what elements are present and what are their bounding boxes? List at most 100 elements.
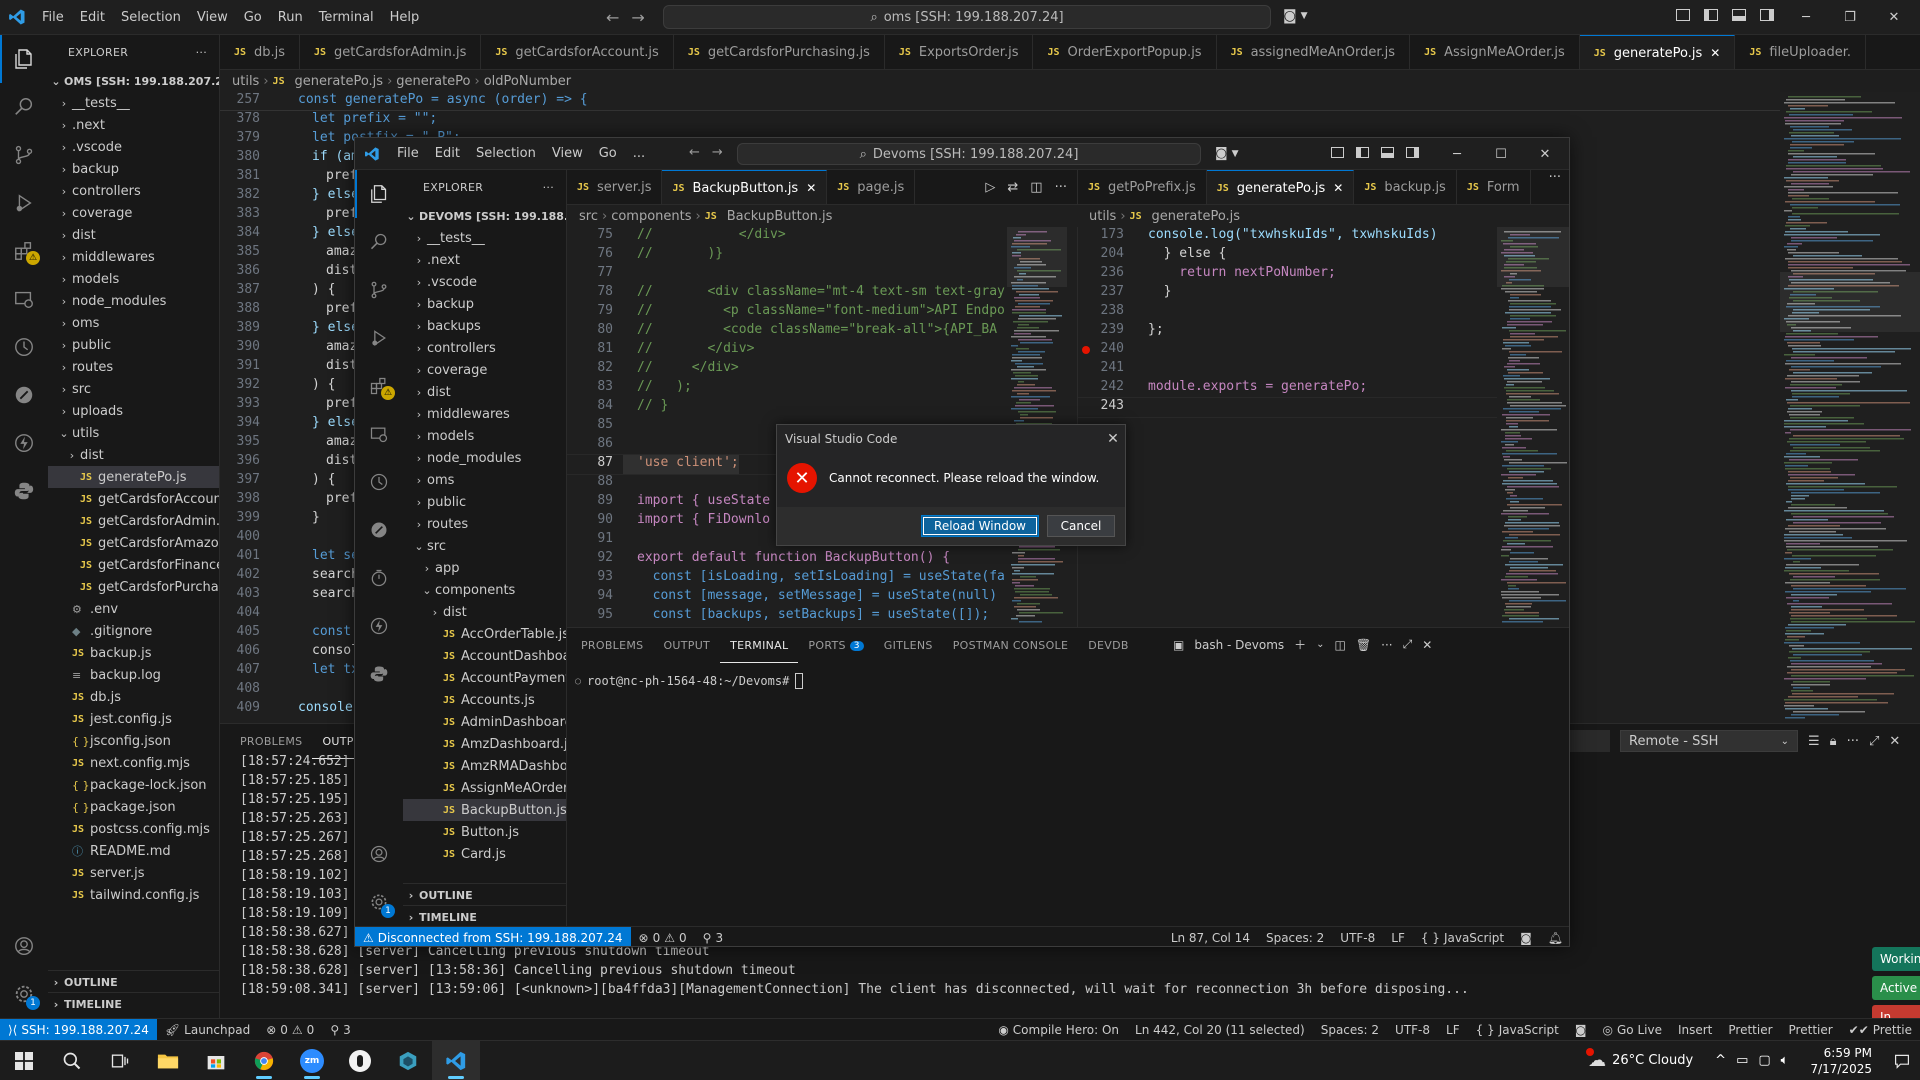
output-channel-select[interactable]: Remote - SSH ⌄ [1620,730,1798,752]
minimap-viewport[interactable] [1780,272,1920,332]
tree-item[interactable]: › controllers [403,337,566,359]
editor-tab[interactable]: JS getCardsforPurchasing.js [674,35,885,69]
go-live-item[interactable]: ◎ Go Live [1595,1019,1670,1041]
minimize-icon[interactable]: ─ [1435,138,1479,170]
tree-item[interactable]: JS generatePo.js [48,466,219,488]
windows-start-icon[interactable] [0,1041,48,1080]
compare-icon[interactable]: ⇄ [1007,180,1018,195]
editor-tab[interactable]: JS page.js [827,170,916,204]
python-icon[interactable] [0,467,48,515]
remote-explorer-icon[interactable] [355,410,403,458]
toggle-panel-icon[interactable] [1381,147,1394,158]
tree-item[interactable]: › app [403,557,566,579]
tree-item[interactable]: › uploads [48,400,219,422]
indentation[interactable]: Spaces: 2 [1313,1019,1387,1041]
menu-view[interactable]: View [189,0,236,35]
tree-item[interactable]: ◆ .gitignore [48,620,219,642]
zoom-icon[interactable]: zm [288,1041,336,1080]
menu-view[interactable]: View [544,138,591,170]
tree-item[interactable]: › backup [48,158,219,180]
disconnected-indicator[interactable]: ⚠ Disconnected from SSH: 199.188.207.24 [355,926,631,946]
editor-tab[interactable]: JS getCardsforAccount.js [481,35,674,69]
terminal-output[interactable]: ○ root@nc-ph-1564-48:~/Devoms# [575,673,804,689]
account-icon[interactable] [355,830,403,878]
inner-copilot-button[interactable]: ◙ ▼ [1215,146,1239,161]
more-actions-icon[interactable]: ··· [1847,734,1859,749]
tree-item[interactable]: › dist [48,224,219,246]
inner-cursor-position[interactable]: Ln 87, Col 14 [1163,927,1258,947]
inner-copilot-status[interactable]: ◙ [1512,927,1540,947]
toggle-panel-icon[interactable] [1732,9,1746,21]
minimize-icon[interactable]: ─ [1784,0,1828,35]
close-tab-icon[interactable]: ✕ [806,181,816,195]
breadcrumb-item[interactable]: generatePo.js [295,74,384,89]
inner-workspace-root[interactable]: ⌄ DEVOMS [SSH: 199.188.20... [403,205,566,227]
editor-tab[interactable]: JS backup.js [1354,170,1457,204]
tree-item[interactable]: ⌄ src [403,535,566,557]
tree-item[interactable]: › dist [403,601,566,623]
tree-item[interactable]: JS getCardsforFinance.js [48,554,219,576]
tree-item[interactable]: › .next [48,114,219,136]
panel-tab[interactable]: POSTMAN CONSOLE [943,628,1079,663]
tree-item[interactable]: › src [48,378,219,400]
launchpad-item[interactable]: 🚀︎ Launchpad [157,1019,258,1041]
notif-working[interactable]: Workin [1872,947,1920,971]
chrome-icon[interactable] [240,1041,288,1080]
menu-go[interactable]: Go [591,138,625,170]
restore-icon[interactable]: ❐ [1828,0,1872,35]
maximize-panel-icon[interactable]: ⤢ [1403,637,1413,652]
close-icon[interactable]: ✕ [1099,431,1127,447]
gitlens-icon[interactable] [0,371,48,419]
tree-item[interactable]: › models [48,268,219,290]
tree-item[interactable]: › __tests__ [403,227,566,249]
tree-item[interactable]: JS AssignMeAOrder.js [403,777,566,799]
panel-tab[interactable]: PROBLEMS [571,628,653,663]
remote-indicator[interactable]: ⟩⟨ SSH: 199.188.207.24 [0,1018,157,1041]
editor-tab[interactable]: JS generatePo.js ✕ [1579,35,1736,69]
tree-item[interactable]: › .vscode [403,271,566,293]
menu-help[interactable]: Help [382,0,428,35]
panel-tab[interactable]: GITLENS [874,628,943,663]
copilot-button[interactable]: ◙ ▼ [1283,8,1308,24]
tree-item[interactable]: › middlewares [403,403,566,425]
toggle-sidebar-icon[interactable] [1704,9,1718,21]
panel-tab[interactable]: OUTPUT [653,628,720,663]
forward-arrow-icon[interactable]: → [712,145,723,160]
tree-item[interactable]: ≡ backup.log [48,664,219,686]
editor-tab[interactable]: JS getCardsforAdmin.js [300,35,482,69]
command-center[interactable]: ⌕ oms [SSH: 199.188.207.24] [663,5,1271,29]
python-icon[interactable] [355,650,403,698]
layout-customize-icon[interactable] [1676,9,1690,21]
inner-outline-section[interactable]: › OUTLINE [403,883,566,906]
inner-language-mode[interactable]: { } JavaScript [1413,927,1512,947]
tree-item[interactable]: › dist [48,444,219,466]
remote-explorer-icon[interactable] [0,275,48,323]
menu-more[interactable]: ... [625,138,653,170]
tree-item[interactable]: { } jsconfig.json [48,730,219,752]
tree-item[interactable]: › public [403,491,566,513]
weather-widget[interactable]: ☁ 26°C Cloudy [1586,1048,1705,1071]
inner-notifications[interactable]: 🔔︎ [1540,927,1569,947]
split-editor-icon[interactable]: ◫ [1030,180,1042,195]
timer-icon[interactable] [355,554,403,602]
more-actions-icon[interactable]: ··· [1549,170,1569,204]
cancel-button[interactable]: Cancel [1047,515,1115,537]
menu-run[interactable]: Run [270,0,311,35]
prettier-item-2[interactable]: Prettier [1781,1019,1841,1041]
close-tab-icon[interactable]: ✕ [1333,181,1343,195]
trash-icon[interactable]: 🗑︎ [1356,638,1371,652]
breadcrumb-item[interactable]: generatePo [396,74,470,89]
tree-item[interactable]: JS jest.config.js [48,708,219,730]
back-arrow-icon[interactable]: ← [606,8,619,27]
tree-item[interactable]: › backup [403,293,566,315]
tree-item[interactable]: › node_modules [403,447,566,469]
menu-go[interactable]: Go [236,0,270,35]
prettier-item-1[interactable]: Prettier [1720,1019,1780,1041]
back-arrow-icon[interactable]: ← [689,145,700,160]
inner-right-minimap[interactable] [1497,227,1569,627]
tree-item[interactable]: › dist [403,381,566,403]
editor-tab[interactable]: JS Form [1457,170,1531,204]
close-icon[interactable]: ✕ [1872,0,1916,35]
inner-command-center[interactable]: ⌕ Devoms [SSH: 199.188.207.24] [737,143,1201,165]
chevron-up-icon[interactable]: ^ [1715,1053,1726,1068]
